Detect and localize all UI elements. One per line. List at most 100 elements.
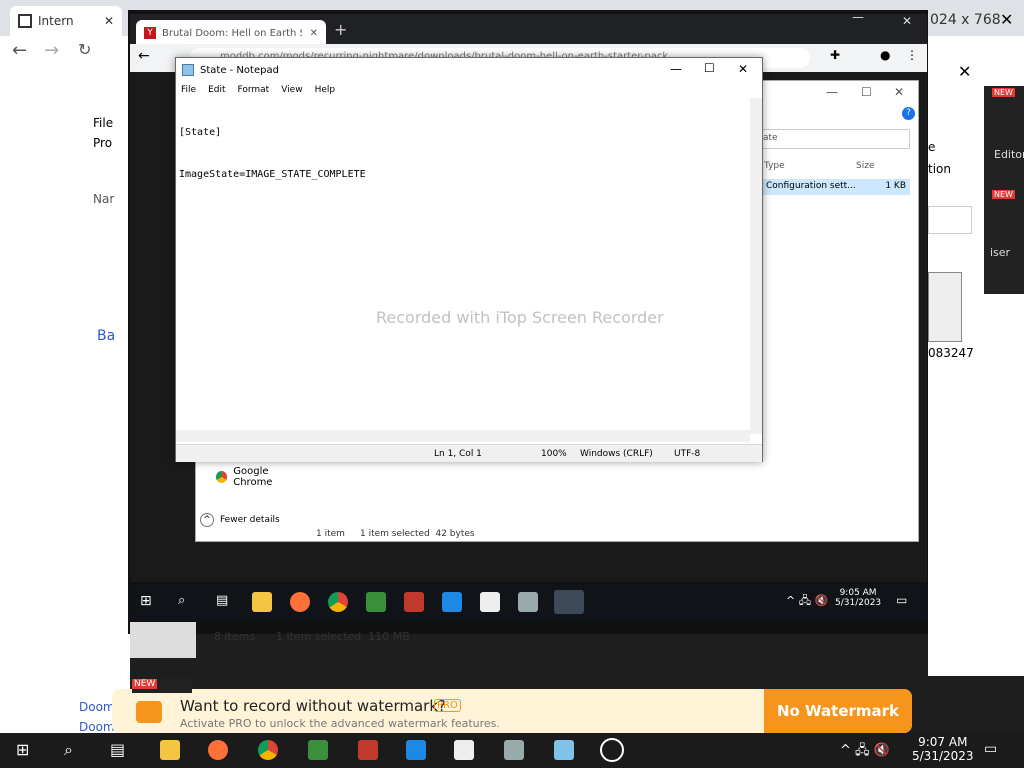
menu-edit[interactable]: Edit (208, 85, 225, 95)
chrome-icon[interactable] (328, 592, 348, 612)
minimize-icon[interactable]: — (670, 62, 682, 76)
explorer-item-count: 1 item (316, 529, 345, 539)
moddb-icon: Y (144, 27, 156, 39)
host-thumbnail[interactable] (130, 622, 196, 658)
app-icon[interactable] (308, 740, 328, 760)
notepad-icon[interactable] (554, 740, 574, 760)
banner-title: Want to record without watermark? (180, 697, 446, 715)
col-header-type[interactable]: Type (764, 161, 785, 171)
no-watermark-button[interactable]: No Watermark (764, 689, 912, 733)
close-icon[interactable]: ✕ (958, 62, 971, 81)
windows-start-icon[interactable]: ⊞ (140, 593, 152, 609)
notification-icon[interactable]: ▭ (984, 741, 997, 757)
host-sidebar-pro[interactable]: Pro (93, 136, 112, 150)
vm-close-icon[interactable]: ✕ (902, 14, 912, 28)
vm-taskbar: ⊞ ⌕ ▤ ^ 🖧 🔇 9:05 AM 5/31/2023 ▭ (130, 584, 927, 620)
notification-icon[interactable]: ▭ (896, 593, 907, 607)
menu-help[interactable]: Help (315, 85, 336, 95)
file-thumbnail[interactable] (928, 272, 962, 342)
forward-icon[interactable]: → (44, 40, 59, 61)
back-icon[interactable]: ← (138, 48, 150, 64)
search-icon[interactable]: ⌕ (178, 593, 185, 608)
notepad-title: State - Notepad (200, 64, 279, 76)
file-explorer-icon[interactable] (252, 592, 272, 612)
extensions-icon[interactable]: ✚ (830, 48, 840, 62)
table-row[interactable]: Configuration sett... 1 KB (762, 179, 910, 195)
host-tab-internet-archive[interactable]: Intern ✕ (10, 6, 122, 36)
host-taskbar: ⊞ ⌕ ▤ ^ 🖧 🔇 9:07 AM 5/31/2023 ▭ (0, 733, 1024, 768)
iser-tile[interactable]: NEW iser (984, 188, 1024, 294)
notepad-text-area[interactable]: [State] ImageState=IMAGE_STATE_COMPLETE (178, 98, 750, 436)
host-clock[interactable]: 9:07 AM 5/31/2023 (912, 735, 974, 763)
vertical-scrollbar[interactable] (750, 98, 762, 434)
network-icon[interactable] (518, 592, 538, 612)
host-selection-status: 1 item selected 110 MB (276, 630, 410, 643)
host-close-icon[interactable]: ✕ (1000, 10, 1013, 29)
explorer-minimize-icon[interactable]: — (826, 85, 838, 99)
tray-icons[interactable]: ^ 🖧 🔇 (786, 592, 828, 611)
windows-start-icon[interactable]: ⊞ (16, 740, 29, 759)
task-view-icon[interactable]: ▤ (216, 593, 228, 608)
host-page-content: File Pro Nar Ba Doom Doom (0, 68, 130, 768)
host-item-count: 8 items (214, 630, 256, 643)
fewer-details-button[interactable]: ^ Fewer details (200, 513, 280, 527)
close-icon[interactable]: ✕ (104, 14, 114, 28)
menu-view[interactable]: View (281, 85, 302, 95)
explorer-search-input[interactable]: ate (756, 129, 910, 149)
recorder-icon[interactable] (404, 592, 424, 612)
firefox-icon[interactable] (290, 592, 310, 612)
explorer-close-icon[interactable]: ✕ (894, 85, 904, 99)
back-icon[interactable]: ← (12, 40, 27, 61)
task-view-icon[interactable]: ▤ (110, 740, 125, 759)
new-tab-icon[interactable]: + (334, 20, 347, 39)
partial-label: e (928, 140, 936, 154)
help-icon[interactable]: ? (902, 107, 915, 120)
file-explorer-icon[interactable] (160, 740, 180, 760)
tray-icons[interactable]: ^ 🖧 🔇 (840, 741, 890, 763)
editor-tile[interactable]: NEW Editor (984, 86, 1024, 192)
recorder-icon[interactable] (358, 740, 378, 760)
col-header-size[interactable]: Size (856, 161, 874, 171)
vm-minimize-icon[interactable]: — (852, 10, 864, 24)
status-position: Ln 1, Col 1 (434, 449, 482, 459)
menu-file[interactable]: File (181, 85, 196, 95)
host-sidebar-file[interactable]: File (93, 116, 113, 130)
notepad-menubar: File Edit Format View Help (176, 82, 762, 98)
search-icon[interactable]: ⌕ (64, 740, 73, 760)
itop-recorder-icon[interactable] (600, 738, 624, 762)
explorer-selection-status: 1 item selected 42 bytes (360, 529, 475, 539)
firefox-icon[interactable] (208, 740, 228, 760)
status-eol: Windows (CRLF) (580, 449, 653, 459)
maximize-icon[interactable]: ☐ (704, 61, 715, 75)
close-icon[interactable]: ✕ (310, 28, 318, 39)
close-icon[interactable]: ✕ (738, 62, 748, 76)
vm-tab-moddb[interactable]: Y Brutal Doom: Hell on Earth Starte ✕ (136, 20, 326, 46)
archive-icon (18, 14, 32, 28)
app-icon[interactable] (366, 592, 386, 612)
notepad-statusbar: Ln 1, Col 1 100% Windows (CRLF) UTF-8 (176, 444, 762, 462)
horizontal-scrollbar[interactable] (176, 430, 750, 442)
network-icon[interactable] (504, 740, 524, 760)
vm-clock[interactable]: 9:05 AM 5/31/2023 (835, 588, 881, 608)
explorer-maximize-icon[interactable]: ☐ (861, 85, 872, 99)
7zip-icon[interactable] (454, 740, 474, 760)
chrome-icon[interactable] (258, 740, 278, 760)
text-line: ImageState=IMAGE_STATE_COMPLETE (179, 169, 366, 180)
7zip-icon[interactable] (480, 592, 500, 612)
menu-icon[interactable]: ⋮ (906, 48, 918, 62)
nav-item-google-chrome[interactable]: Google Chrome (196, 466, 306, 488)
file-number-label: 083247 (928, 346, 974, 360)
reload-icon[interactable]: ↻ (78, 40, 91, 59)
host-search-box[interactable] (928, 206, 972, 234)
watermark-upgrade-banner: NEW Want to record without watermark? PR… (112, 679, 912, 733)
notepad-taskbar-icon[interactable] (554, 590, 584, 614)
host-doom-link-1[interactable]: Doom (79, 700, 115, 714)
host-sidebar-ba[interactable]: Ba (97, 328, 115, 344)
notepad-titlebar: State - Notepad — ☐ ✕ (176, 58, 762, 82)
menu-format[interactable]: Format (238, 85, 270, 95)
host-doom-link-2[interactable]: Doom (79, 720, 115, 734)
recorder-watermark: Recorded with iTop Screen Recorder (376, 308, 664, 327)
profile-icon[interactable]: ● (880, 48, 890, 62)
media-player-icon[interactable] (406, 740, 426, 760)
media-player-icon[interactable] (442, 592, 462, 612)
